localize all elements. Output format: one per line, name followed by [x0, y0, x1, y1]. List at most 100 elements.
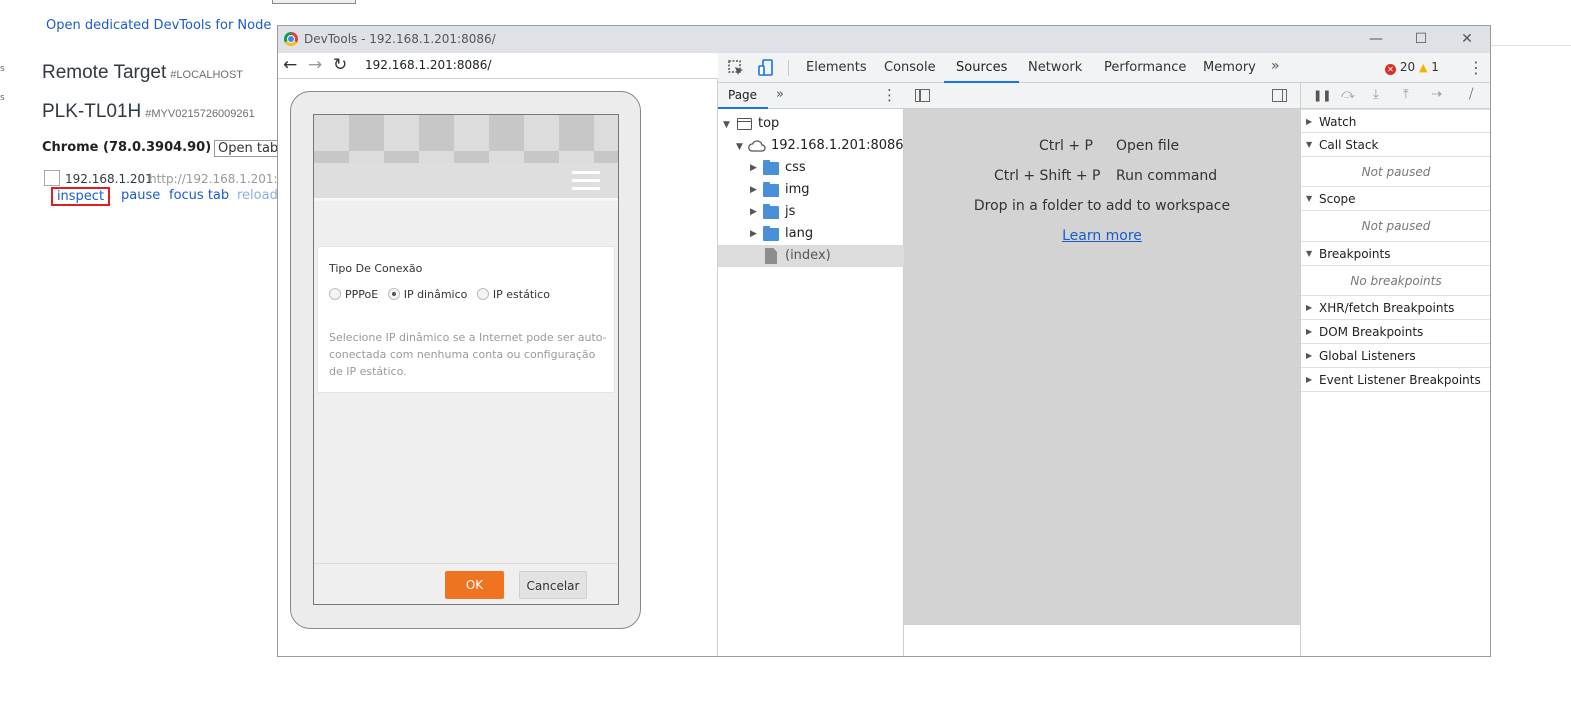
minimize-button[interactable]: — — [1361, 29, 1391, 49]
pane-event-listener-breakpoints[interactable]: ▶ Event Listener Breakpoints — [1301, 368, 1490, 392]
step-over-icon[interactable]: ⤼ — [1341, 87, 1355, 102]
target-favicon — [44, 170, 60, 186]
radio-static-ip-icon — [476, 288, 489, 300]
file-icon — [765, 248, 777, 264]
screencast-url[interactable]: 192.168.1.201:8086/ — [365, 58, 491, 72]
tree-item-folder[interactable]: ▶ img — [718, 179, 904, 201]
open-tab-input[interactable]: Open tab w — [214, 140, 284, 157]
sidebar-fragment: s — [0, 64, 5, 74]
step-out-icon[interactable]: ⤒ — [1403, 87, 1409, 102]
sources-navigator: Page » ⋮ ▼ top ▼ 192.168.1.201:8086 ▶ cs… — [718, 83, 904, 656]
pause-icon[interactable]: ❚❚ — [1313, 89, 1331, 102]
step-icon[interactable]: ⇢ — [1431, 87, 1442, 102]
pause-link[interactable]: pause — [121, 188, 160, 203]
radio-pppoe[interactable]: PPPoE — [329, 288, 378, 301]
tab-console[interactable]: Console — [884, 53, 936, 83]
devtools-window: DevTools - 192.168.1.201:8086/ — ☐ ✕ ← →… — [277, 25, 1491, 657]
pane-global-listeners[interactable]: ▶ Global Listeners — [1301, 344, 1490, 368]
tree-label-index: (index) — [785, 248, 831, 263]
browser-version: Chrome (78.0.3904.90) — [42, 140, 212, 155]
tab-network[interactable]: Network — [1028, 53, 1082, 83]
folder-icon — [763, 182, 779, 197]
step-into-icon[interactable]: ⤓ — [1373, 87, 1379, 102]
app-header — [314, 163, 618, 201]
collapsed-triangle-icon: ▶ — [1306, 303, 1313, 312]
back-arrow-icon[interactable]: ← — [283, 55, 297, 75]
remote-target-title: Remote Target — [42, 62, 167, 83]
toggle-navigator-icon[interactable] — [915, 89, 930, 102]
pane-xhr-breakpoints[interactable]: ▶ XHR/fetch Breakpoints — [1301, 296, 1490, 320]
device-title: PLK-TL01H — [42, 101, 142, 122]
tree-item-folder[interactable]: ▶ lang — [718, 223, 904, 245]
tab-performance[interactable]: Performance — [1104, 53, 1186, 83]
window-title: DevTools - 192.168.1.201:8086/ — [304, 32, 496, 46]
pane-call-stack[interactable]: ▼ Call Stack — [1301, 133, 1490, 157]
tab-elements[interactable]: Elements — [806, 53, 867, 83]
navigator-menu-icon[interactable]: ⋮ — [882, 86, 897, 104]
learn-more-link[interactable]: Learn more — [904, 228, 1300, 244]
tree-label-folder: img — [785, 182, 810, 197]
deactivate-breakpoints-icon[interactable]: ⧸ — [1469, 87, 1473, 102]
expanded-triangle-icon: ▼ — [1306, 194, 1313, 203]
pane-title: Breakpoints — [1319, 247, 1391, 261]
radio-pppoe-icon — [329, 288, 341, 300]
tab-memory[interactable]: Memory — [1203, 53, 1256, 83]
reload-link[interactable]: reload — [237, 188, 278, 203]
divider — [1490, 45, 1571, 46]
title-bar[interactable]: DevTools - 192.168.1.201:8086/ — ☐ ✕ — [278, 26, 1490, 53]
inspect-element-icon[interactable] — [726, 58, 746, 78]
radio-dynamic-ip-label: IP dinâmico — [403, 288, 468, 301]
device-serial: #MYV0215726009261 — [145, 108, 255, 120]
radio-dynamic-ip[interactable]: IP dinâmico — [387, 288, 468, 301]
hamburger-menu-icon[interactable] — [572, 171, 600, 191]
device-toolbar-icon[interactable] — [756, 58, 776, 78]
focus-tab-link[interactable]: focus tab — [169, 188, 229, 203]
customize-menu-icon[interactable]: ⋮ — [1468, 58, 1484, 77]
pane-watch[interactable]: ▶ Watch — [1301, 109, 1490, 133]
maximize-button[interactable]: ☐ — [1406, 29, 1436, 49]
more-navigator-tabs-icon[interactable]: » — [776, 87, 784, 102]
connection-type-description: Selecione IP dinâmico se a Internet pode… — [329, 331, 607, 378]
top-button-fragment[interactable] — [272, 0, 356, 4]
cancel-button[interactable]: Cancelar — [519, 571, 587, 599]
device-frame: Tipo De Conexão PPPoE IP dinâmico IP est… — [290, 91, 641, 629]
error-icon: ✕ — [1385, 64, 1396, 75]
editor-status-bar — [904, 624, 1300, 656]
tab-sources[interactable]: Sources — [944, 53, 1020, 83]
toggle-debugger-icon[interactable] — [1272, 89, 1287, 102]
ok-button[interactable]: OK — [445, 571, 504, 599]
target-url: http://192.168.1.201:80 — [149, 172, 293, 186]
pane-scope[interactable]: ▼ Scope — [1301, 187, 1490, 211]
debugger-sidebar: ❚❚ ⤼ ⤓ ⤒ ⇢ ⧸ ▶ Watch ▼ Call Stack Not paus… — [1300, 83, 1490, 656]
forward-arrow-icon[interactable]: → — [308, 55, 322, 75]
close-button[interactable]: ✕ — [1452, 29, 1482, 49]
radio-dynamic-ip-icon — [387, 288, 400, 300]
collapse-triangle-icon: ▶ — [750, 163, 757, 173]
devtools-panel: Elements Console Sources Network Perform… — [718, 53, 1490, 656]
tree-label-folder: js — [785, 204, 796, 219]
pane-title: XHR/fetch Breakpoints — [1319, 301, 1455, 315]
radio-static-ip[interactable]: IP estático — [476, 288, 550, 301]
tree-item-folder[interactable]: ▶ js — [718, 201, 904, 223]
device-screen[interactable]: Tipo De Conexão PPPoE IP dinâmico IP est… — [313, 114, 619, 605]
tree-item-folder[interactable]: ▶ css — [718, 157, 904, 179]
issue-counter[interactable]: ✕ 20 ▲ 1 — [1385, 60, 1439, 75]
inspect-link[interactable]: inspect — [51, 187, 110, 206]
tree-item-top[interactable]: ▼ top — [718, 113, 904, 135]
pane-breakpoints[interactable]: ▼ Breakpoints — [1301, 242, 1490, 266]
remote-target-heading: Remote Target #LOCALHOST — [42, 62, 243, 84]
open-node-devtools-link[interactable]: Open dedicated DevTools for Node — [46, 18, 271, 33]
call-stack-status: Not paused — [1301, 157, 1490, 187]
shortcut-keys: Ctrl + P — [1039, 138, 1093, 154]
reload-icon[interactable]: ↻ — [333, 55, 347, 75]
tab-page[interactable]: Page — [718, 83, 768, 109]
pane-dom-breakpoints[interactable]: ▶ DOM Breakpoints — [1301, 320, 1490, 344]
collapsed-triangle-icon: ▶ — [1306, 117, 1313, 126]
folder-icon — [763, 160, 779, 175]
tree-item-index[interactable]: (index) — [718, 245, 904, 267]
remote-target-hash: #LOCALHOST — [170, 69, 244, 81]
more-tabs-chevron-icon[interactable]: » — [1271, 58, 1280, 74]
editor-placeholder: Ctrl + P Open file Ctrl + Shift + P Run … — [904, 109, 1300, 624]
sidebar-fragment: s — [0, 93, 5, 103]
tree-item-origin[interactable]: ▼ 192.168.1.201:8086 — [718, 135, 904, 157]
